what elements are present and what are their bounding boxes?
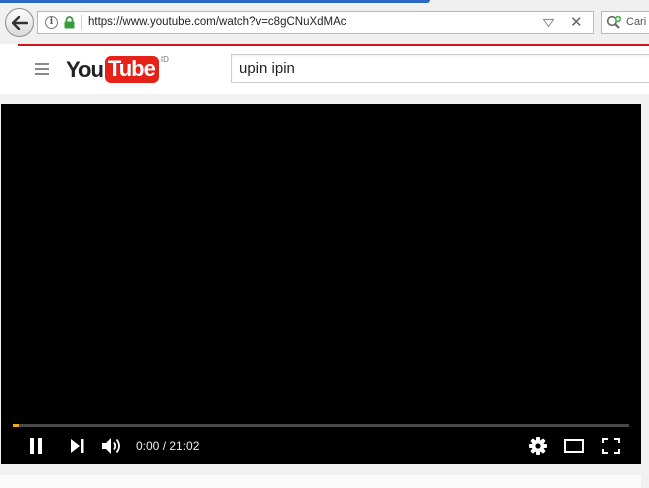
hamburger-menu-icon[interactable] — [35, 63, 49, 78]
browser-search-box[interactable]: Cari — [601, 11, 649, 34]
pause-icon — [30, 438, 42, 454]
gear-icon — [529, 437, 547, 455]
browser-toolbar: i https://www.youtube.com/watch?v=c8gCNu… — [0, 0, 649, 44]
url-text[interactable]: https://www.youtube.com/watch?v=c8gCNuXd… — [88, 15, 347, 30]
youtube-masthead: You Tube ID upin ipin — [0, 44, 649, 94]
theater-mode-icon — [564, 439, 584, 453]
progress-bar[interactable] — [13, 424, 629, 427]
dropdown-icon[interactable] — [543, 19, 554, 27]
close-icon[interactable]: ✕ — [570, 13, 583, 31]
time-display: 0:00 / 21:02 — [136, 439, 200, 453]
logo-you-text: You — [66, 57, 104, 82]
back-button[interactable] — [5, 8, 34, 37]
video-player[interactable]: 0:00 / 21:02 — [1, 104, 641, 464]
logo-tube-text: Tube — [104, 56, 159, 83]
url-separator — [81, 15, 82, 30]
youtube-search-input[interactable]: upin ipin — [231, 54, 649, 83]
video-info-card — [0, 475, 641, 488]
settings-button[interactable] — [528, 436, 548, 456]
search-placeholder: Cari — [626, 16, 647, 28]
back-arrow-icon — [11, 15, 28, 30]
search-query-text: upin ipin — [239, 60, 295, 77]
next-icon — [71, 439, 84, 453]
next-button[interactable] — [67, 437, 87, 455]
fullscreen-button[interactable] — [601, 437, 621, 455]
masthead-accent-line — [18, 44, 649, 46]
lock-icon[interactable] — [64, 16, 75, 29]
logo-region-code: ID — [160, 55, 169, 64]
volume-button[interactable] — [100, 436, 124, 456]
youtube-logo[interactable]: You Tube ID — [66, 55, 169, 86]
theater-mode-button[interactable] — [563, 437, 585, 455]
address-bar[interactable]: i https://www.youtube.com/watch?v=c8gCNu… — [37, 11, 594, 34]
progress-fill — [13, 424, 19, 427]
pause-button[interactable] — [26, 437, 46, 455]
fullscreen-icon — [602, 438, 620, 454]
volume-icon — [102, 438, 120, 454]
info-icon[interactable]: i — [45, 16, 58, 29]
search-icon — [606, 15, 622, 29]
window-accent-bar — [0, 0, 430, 3]
